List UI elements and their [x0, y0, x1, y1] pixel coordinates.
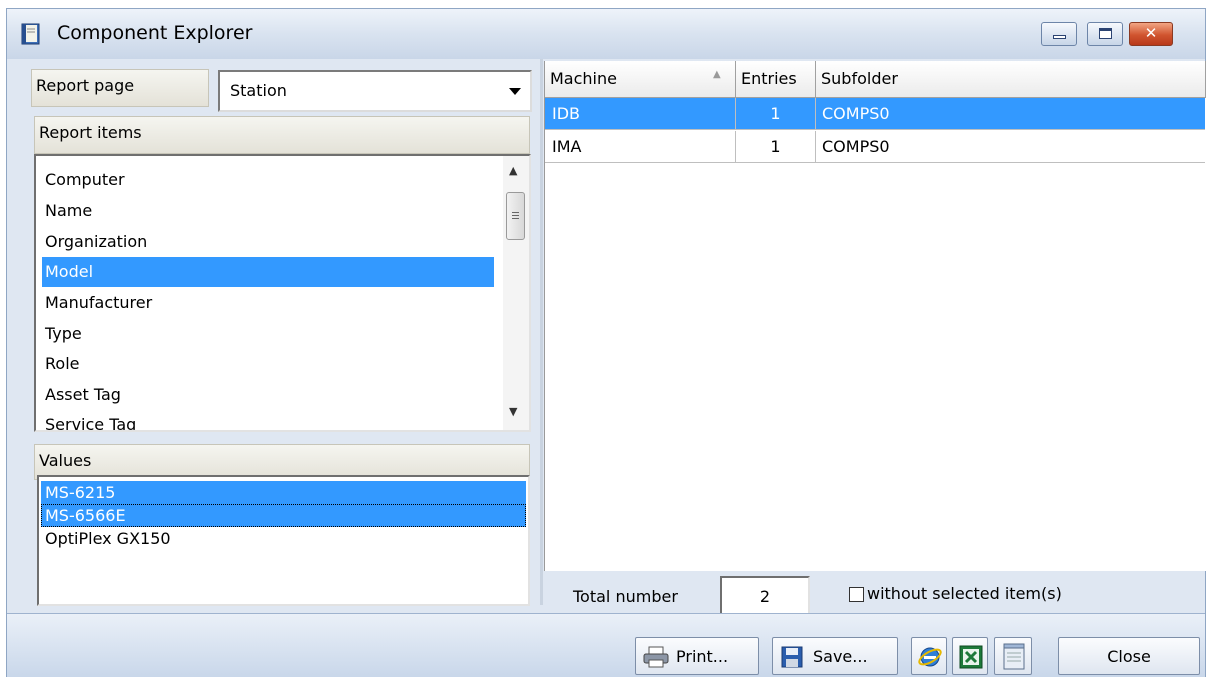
without-selected-label[interactable]: without selected item(s) — [867, 584, 1062, 603]
value-item-selected[interactable]: MS-6215 — [41, 481, 526, 504]
scroll-thumb[interactable] — [506, 192, 525, 240]
total-number-field: 2 — [720, 576, 810, 616]
close-icon: ✕ — [1144, 24, 1158, 42]
value-item[interactable]: OptiPlex GX150 — [41, 527, 526, 550]
list-item[interactable]: Role — [42, 349, 494, 379]
without-selected-checkbox[interactable] — [849, 587, 864, 602]
table-row-selected[interactable]: IDB 1 COMPS0 — [545, 98, 1205, 130]
list-item[interactable]: Computer — [42, 165, 494, 195]
close-label: Close — [1107, 647, 1151, 666]
list-item[interactable]: Type — [42, 319, 494, 349]
cell-subfolder: COMPS0 — [822, 104, 890, 123]
total-number-label: Total number — [573, 587, 678, 606]
list-item[interactable]: Name — [42, 196, 494, 226]
maximize-icon — [1099, 28, 1112, 39]
minimize-icon — [1053, 35, 1066, 39]
export-excel-button[interactable] — [952, 637, 988, 675]
scroll-down-icon[interactable]: ▼ — [509, 405, 517, 418]
title-bar[interactable]: Component Explorer ✕ — [7, 9, 1205, 59]
grip-line — [512, 215, 519, 216]
list-item[interactable]: Asset Tag — [42, 380, 494, 410]
column-header-machine[interactable]: Machine ▲ — [545, 61, 736, 98]
cell-entries: 1 — [736, 98, 816, 130]
floppy-disk-icon — [781, 646, 803, 668]
machines-grid: Machine ▲ Entries Subfolder IDB 1 COMPS0… — [544, 61, 1207, 571]
maximize-button[interactable] — [1087, 22, 1123, 46]
window-title: Component Explorer — [57, 22, 253, 44]
cell-entries: 1 — [736, 131, 816, 163]
open-notepad-button[interactable] — [994, 637, 1032, 675]
table-row[interactable]: IMA 1 COMPS0 — [545, 131, 1205, 163]
internet-explorer-icon — [918, 647, 942, 667]
book-icon — [21, 23, 40, 45]
values-list[interactable]: MS-6215 MS-6566E OptiPlex GX150 — [37, 475, 530, 606]
report-items-list[interactable]: Computer Name Organization Model Manufac… — [34, 154, 531, 432]
value-item-selected[interactable]: MS-6566E — [41, 504, 526, 527]
print-button[interactable]: Print... — [635, 637, 759, 675]
printer-icon — [643, 646, 669, 668]
list-item[interactable]: Manufacturer — [42, 288, 494, 318]
close-window-button[interactable]: ✕ — [1129, 22, 1173, 46]
report-page-label: Report page — [31, 69, 209, 107]
column-header-entries[interactable]: Entries — [736, 61, 816, 98]
minimize-button[interactable] — [1041, 22, 1077, 46]
sort-ascending-icon: ▲ — [713, 69, 721, 80]
cell-subfolder: COMPS0 — [822, 137, 890, 156]
open-in-browser-button[interactable] — [911, 637, 947, 675]
column-header-machine-label: Machine — [550, 69, 617, 88]
close-button[interactable]: Close — [1058, 637, 1200, 675]
cell-machine: IDB — [545, 98, 736, 130]
list-item[interactable]: Service Tag — [42, 410, 494, 430]
grip-line — [512, 212, 519, 213]
list-item[interactable]: Organization — [42, 227, 494, 257]
report-items-scrollbar[interactable]: ▲ ▼ — [503, 156, 529, 430]
column-header-subfolder[interactable]: Subfolder — [816, 61, 1206, 98]
report-page-value: Station — [230, 81, 287, 100]
grip-line — [512, 218, 519, 219]
notepad-icon — [1003, 643, 1025, 670]
panel-splitter[interactable] — [540, 59, 543, 605]
cell-machine: IMA — [545, 131, 736, 163]
excel-icon — [959, 645, 983, 669]
report-page-select[interactable]: Station — [218, 70, 532, 112]
component-explorer-window: Component Explorer ✕ Report page Station… — [6, 8, 1207, 677]
print-label: Print... — [676, 647, 729, 666]
chevron-down-icon[interactable] — [502, 74, 528, 108]
list-item-selected[interactable]: Model — [42, 257, 494, 287]
scroll-up-icon[interactable]: ▲ — [509, 164, 517, 177]
save-button[interactable]: Save... — [772, 637, 898, 675]
report-items-label: Report items — [34, 116, 530, 154]
save-label: Save... — [813, 647, 868, 666]
